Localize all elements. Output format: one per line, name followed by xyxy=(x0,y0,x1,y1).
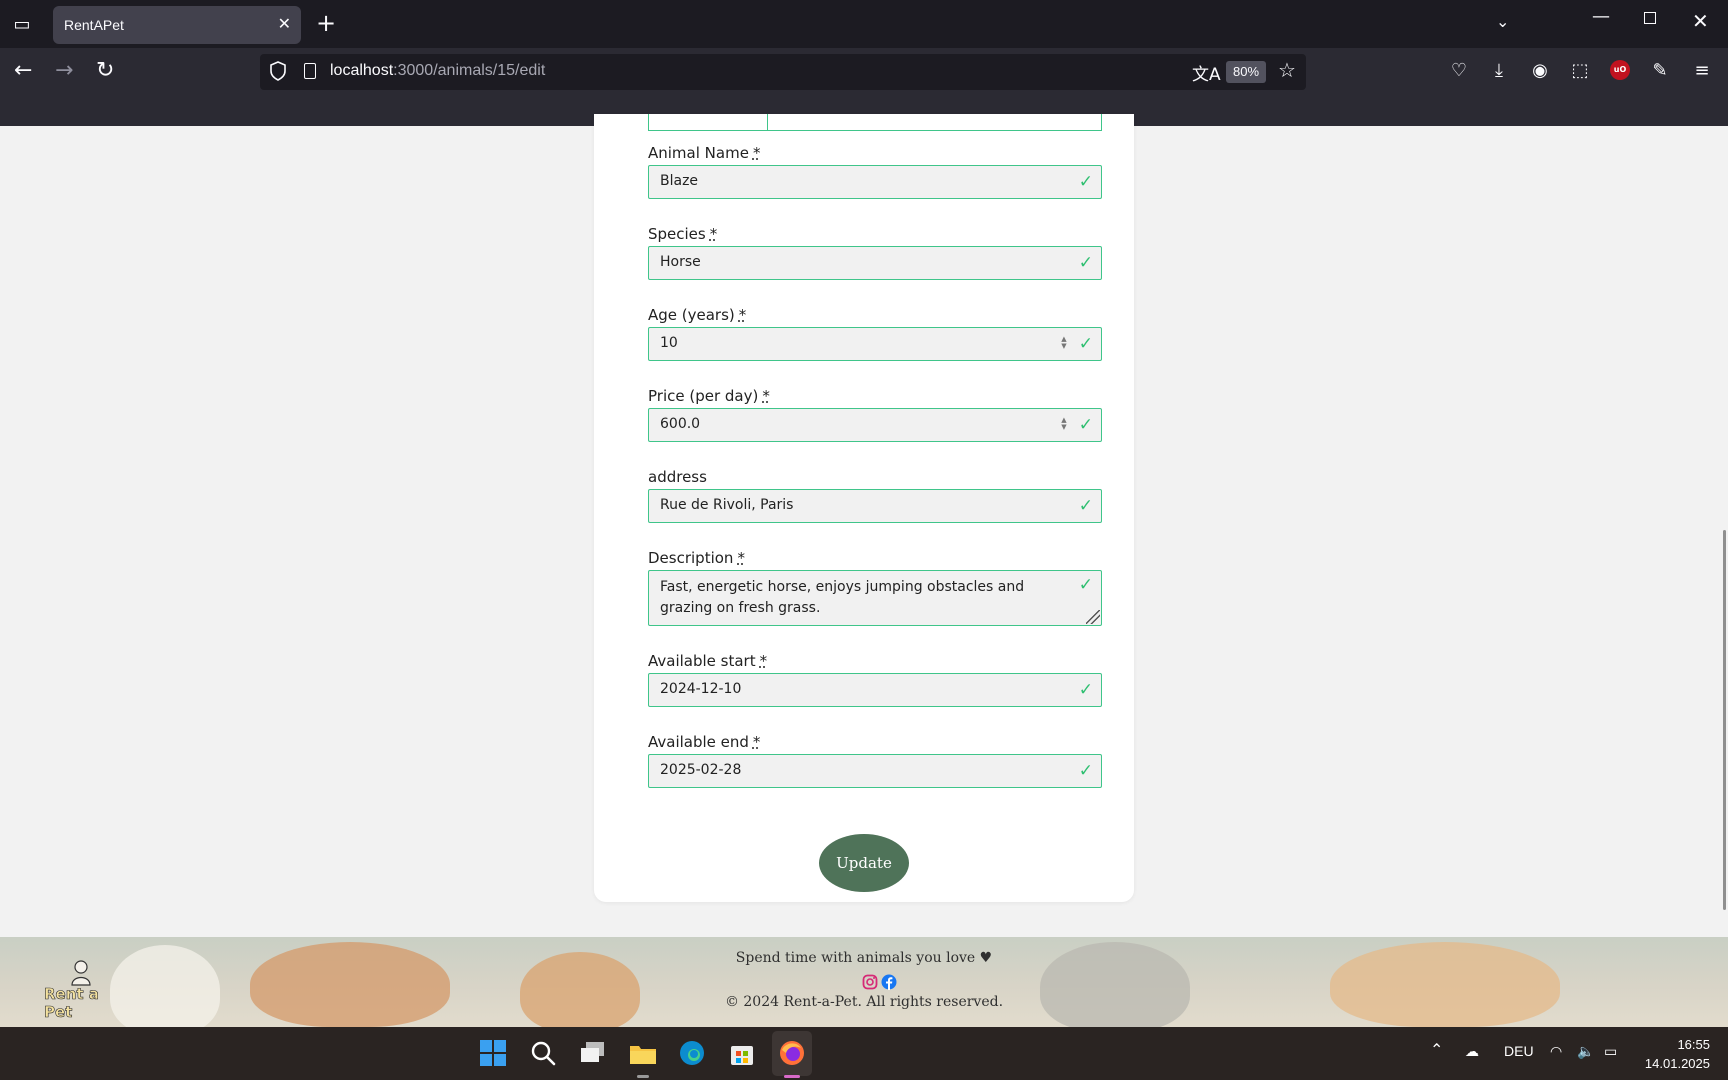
valid-check-icon: ✓ xyxy=(1078,575,1093,595)
extensions-icon[interactable]: ⬚ xyxy=(1568,60,1592,81)
available-start-input[interactable]: 2024-12-10 ✓ xyxy=(648,673,1102,707)
species-value: Horse xyxy=(660,254,701,270)
edit-animal-form-card: Animal Name * Blaze ✓ Species * Horse ✓ Ag… xyxy=(594,114,1134,902)
task-view-icon[interactable] xyxy=(578,1038,608,1068)
windows-taskbar: ⌃ ☁ DEU ◠ 🔈 ▭ 16:55 14.01.2025 xyxy=(0,1027,1728,1080)
footer-tagline: Spend time with animals you love ♥ xyxy=(735,950,993,966)
zoom-level-badge[interactable]: 80% xyxy=(1226,61,1266,83)
firefox-view-icon[interactable]: ▭ xyxy=(10,14,34,36)
translate-icon[interactable]: 文A xyxy=(1192,60,1221,85)
bookmark-star-icon[interactable]: ☆ xyxy=(1278,58,1296,82)
forward-arrow-icon[interactable]: → xyxy=(55,58,73,83)
back-arrow-icon[interactable]: ← xyxy=(14,58,32,83)
clock-time: 16:55 xyxy=(1677,1037,1710,1052)
description-value: Fast, energetic horse, enjoys jumping ob… xyxy=(660,579,1025,616)
available-end-label: Available end * xyxy=(648,733,761,751)
volume-icon[interactable]: 🔈 xyxy=(1577,1043,1594,1060)
address-value: Rue de Rivoli, Paris xyxy=(660,497,794,513)
shield-icon[interactable] xyxy=(270,61,286,81)
address-bar[interactable]: localhost:3000/animals/15/edit 文A 80% ☆ xyxy=(260,54,1306,90)
species-label: Species * xyxy=(648,225,718,243)
price-input[interactable]: 600.0 ▲ ▼ ✓ xyxy=(648,408,1102,442)
minimize-window-icon[interactable]: — xyxy=(1592,6,1610,27)
chevron-down-icon[interactable]: ⌄ xyxy=(1496,12,1509,31)
hamburger-menu-icon[interactable]: ≡ xyxy=(1690,60,1714,81)
tab-close-icon[interactable]: ✕ xyxy=(278,14,291,33)
search-icon[interactable] xyxy=(528,1038,558,1068)
scrollbar-thumb[interactable] xyxy=(1723,530,1726,910)
number-spinner-icon[interactable]: ▲ ▼ xyxy=(1059,417,1069,431)
site-footer: Rent a Pet Spend time with animals you l… xyxy=(0,937,1728,1027)
clock-date: 14.01.2025 xyxy=(1644,1056,1710,1071)
ublock-origin-icon[interactable]: uO xyxy=(1610,60,1630,80)
url-path: :3000/animals/15/edit xyxy=(393,62,546,79)
browser-tab-strip: ▭ RentAPet ✕ + ⌄ — ✕ xyxy=(0,0,1728,48)
battery-icon[interactable]: ▭ xyxy=(1604,1043,1617,1060)
update-button[interactable]: Update xyxy=(819,834,909,892)
available-start-label: Available start * xyxy=(648,652,768,670)
pocket-icon[interactable]: ♡ xyxy=(1447,60,1471,81)
age-input[interactable]: 10 ▲ ▼ ✓ xyxy=(648,327,1102,361)
url-text[interactable]: localhost:3000/animals/15/edit xyxy=(330,62,545,80)
description-label: Description * xyxy=(648,549,745,567)
previous-field-input[interactable] xyxy=(648,114,1102,131)
address-label: address xyxy=(648,468,707,486)
download-icon[interactable]: ⤓ xyxy=(1487,60,1511,81)
browser-tab-active[interactable]: RentAPet ✕ xyxy=(53,6,301,44)
account-icon[interactable]: ◉ xyxy=(1528,60,1552,81)
description-textarea[interactable]: Fast, energetic horse, enjoys jumping ob… xyxy=(648,570,1102,626)
available-start-value: 2024-12-10 xyxy=(660,681,742,697)
animal-name-input[interactable]: Blaze ✓ xyxy=(648,165,1102,199)
cloud-offline-icon[interactable]: ☁ xyxy=(1465,1043,1479,1060)
firefox-icon[interactable] xyxy=(777,1038,807,1068)
system-clock[interactable]: 16:55 14.01.2025 xyxy=(1630,1035,1710,1073)
footer-copyright: © 2024 Rent-a-Pet. All rights reserved. xyxy=(724,994,1004,1010)
new-tab-icon[interactable]: + xyxy=(316,11,336,35)
age-label: Age (years) * xyxy=(648,306,747,324)
number-spinner-icon[interactable]: ▲ ▼ xyxy=(1059,336,1069,350)
language-indicator[interactable]: DEU xyxy=(1504,1043,1534,1059)
address-input[interactable]: Rue de Rivoli, Paris ✓ xyxy=(648,489,1102,523)
running-indicator xyxy=(637,1075,649,1078)
species-input[interactable]: Horse ✓ xyxy=(648,246,1102,280)
reload-icon[interactable]: ↻ xyxy=(96,58,114,83)
windows-start-icon[interactable] xyxy=(478,1038,508,1068)
page-viewport: Animal Name * Blaze ✓ Species * Horse ✓ Ag… xyxy=(0,114,1728,937)
close-window-icon[interactable]: ✕ xyxy=(1692,9,1709,33)
tab-title: RentAPet xyxy=(64,17,124,33)
restore-window-icon[interactable] xyxy=(1644,12,1656,24)
microsoft-store-icon[interactable] xyxy=(727,1038,757,1068)
price-label: Price (per day) * xyxy=(648,387,770,405)
price-value: 600.0 xyxy=(660,416,701,432)
animal-name-label: Animal Name * xyxy=(648,144,761,162)
age-value: 10 xyxy=(660,335,678,351)
valid-check-icon: ✓ xyxy=(1078,496,1093,516)
wifi-icon[interactable]: ◠ xyxy=(1550,1043,1562,1060)
resize-handle-icon[interactable] xyxy=(1086,610,1100,624)
active-indicator xyxy=(784,1075,800,1078)
animal-name-value: Blaze xyxy=(660,173,699,189)
valid-check-icon: ✓ xyxy=(1078,172,1093,192)
valid-check-icon: ✓ xyxy=(1078,761,1093,781)
available-end-input[interactable]: 2025-02-28 ✓ xyxy=(648,754,1102,788)
valid-check-icon: ✓ xyxy=(1078,415,1093,435)
instagram-icon[interactable] xyxy=(862,974,878,990)
url-host: localhost xyxy=(330,62,394,79)
page-info-icon[interactable] xyxy=(304,63,316,79)
chevron-up-icon[interactable]: ⌃ xyxy=(1430,1040,1443,1060)
valid-check-icon: ✓ xyxy=(1078,334,1093,354)
file-explorer-icon[interactable] xyxy=(628,1038,658,1068)
facebook-icon[interactable] xyxy=(881,974,897,990)
available-end-value: 2025-02-28 xyxy=(660,762,742,778)
valid-check-icon: ✓ xyxy=(1078,253,1093,273)
edit-pen-icon[interactable]: ✎ xyxy=(1648,60,1672,81)
edge-browser-icon[interactable] xyxy=(677,1038,707,1068)
valid-check-icon: ✓ xyxy=(1078,680,1093,700)
